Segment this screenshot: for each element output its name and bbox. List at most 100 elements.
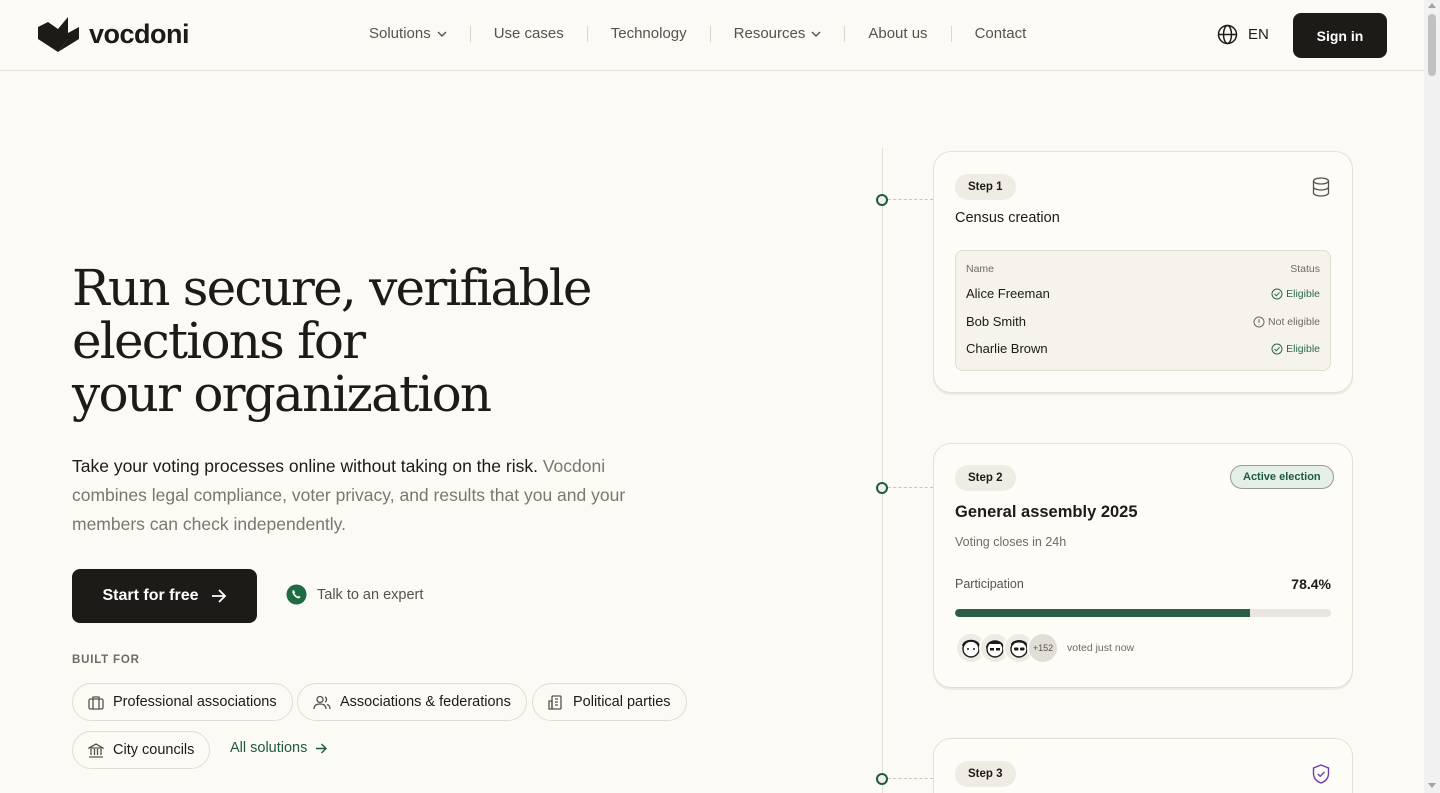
language-label: EN	[1248, 26, 1269, 43]
hero-headline: Run secure, verifiable elections for you…	[72, 262, 672, 421]
all-solutions-label: All solutions	[230, 740, 308, 756]
chip-city-councils[interactable]: City councils	[72, 731, 211, 769]
building-icon	[548, 694, 562, 710]
status-text: Eligible	[1286, 287, 1320, 300]
nav-label: Use cases	[493, 25, 564, 42]
timeline-dot	[876, 773, 888, 785]
chip-label: City councils	[113, 742, 195, 758]
expert-label: Talk to an expert	[317, 586, 424, 603]
chevron-down-icon	[437, 31, 447, 37]
chip-label: Political parties	[573, 694, 671, 710]
status-badge: Eligible	[1271, 288, 1320, 300]
nav-solutions[interactable]: Solutions	[369, 25, 447, 42]
vocdoni-logo-icon	[38, 17, 79, 52]
nav-divider	[950, 25, 952, 42]
nav-label: Contact	[974, 25, 1027, 42]
nav-divider	[844, 25, 846, 42]
scroll-down-arrow-icon[interactable]	[1428, 783, 1436, 788]
table-row: Bob Smith Not eligible	[966, 314, 1320, 329]
timeline-connector	[888, 487, 933, 488]
sign-in-button[interactable]: Sign in	[1293, 13, 1387, 58]
nav-divider	[709, 25, 711, 42]
whatsapp-icon	[286, 584, 307, 605]
timeline-dot	[876, 482, 888, 494]
nav-use-cases[interactable]: Use cases	[494, 25, 564, 42]
hero-lead: Take your voting processes online withou…	[72, 452, 672, 539]
language-selector[interactable]: EN	[1217, 24, 1269, 45]
nav-label: Resources	[733, 25, 806, 42]
census-table: Name Status Alice Freeman Eligible Bob S…	[955, 250, 1331, 371]
table-row: Charlie Brown Eligible	[966, 341, 1320, 356]
globe-icon	[1217, 24, 1238, 45]
chip-professional-associations[interactable]: Professional associations	[72, 683, 293, 721]
scroll-up-arrow-icon[interactable]	[1428, 3, 1436, 8]
nav-technology[interactable]: Technology	[611, 25, 687, 42]
nav-about-us[interactable]: About us	[868, 25, 927, 42]
headline-line: elections for	[72, 312, 366, 370]
start-for-free-button[interactable]: Start for free	[72, 569, 257, 623]
progress-fill	[955, 609, 1250, 617]
info-circle-icon	[1253, 316, 1265, 327]
chip-label: Associations & federations	[340, 694, 511, 710]
timeline-connector	[888, 778, 933, 779]
step3-card: Step 3	[933, 738, 1353, 793]
nav-divider	[586, 25, 588, 42]
timeline-dot	[876, 194, 888, 206]
extra-voters-count: +152	[1027, 632, 1059, 664]
voted-text: voted just now	[1067, 642, 1135, 654]
voter-name: Charlie Brown	[966, 341, 1048, 356]
logo-text: vocdoni	[89, 19, 190, 49]
headline-line: your organization	[72, 365, 492, 423]
voting-closes-text: Voting closes in 24h	[955, 535, 1067, 549]
nav-resources[interactable]: Resources	[734, 25, 822, 42]
step-pill: Step 1	[955, 174, 1016, 200]
chip-associations-federations[interactable]: Associations & federations	[297, 683, 527, 721]
button-label: Start for free	[102, 587, 199, 604]
participation-label: Participation	[955, 577, 1024, 591]
arrow-right-icon	[316, 743, 328, 753]
nav-divider	[469, 25, 471, 42]
voter-avatars: +152 voted just now	[955, 632, 1134, 664]
landmark-icon	[88, 742, 104, 758]
timeline-line	[882, 148, 883, 793]
step1-card: Step 1 Census creation Name Status Alice…	[933, 151, 1353, 393]
status-badge: Not eligible	[1253, 316, 1320, 328]
site-header: vocdoni Solutions Use cases Technology R…	[0, 0, 1424, 71]
all-solutions-link[interactable]: All solutions	[230, 740, 328, 756]
status-text: Not eligible	[1268, 315, 1320, 328]
chip-political-parties[interactable]: Political parties	[532, 683, 687, 721]
step-pill: Step 2	[955, 465, 1016, 491]
participation-progress-bar	[955, 609, 1331, 617]
voter-name: Bob Smith	[966, 314, 1026, 329]
table-row: Alice Freeman Eligible	[966, 286, 1320, 301]
check-circle-icon	[1271, 343, 1283, 354]
step-pill: Step 3	[955, 761, 1016, 787]
arrow-right-icon	[211, 589, 226, 603]
status-text: Eligible	[1286, 342, 1320, 355]
lead-strong: Take your voting processes online withou…	[72, 456, 538, 476]
nav-label: Solutions	[369, 25, 431, 42]
built-for-label: BUILT FOR	[72, 654, 140, 666]
timeline-connector	[888, 199, 933, 200]
active-election-badge: Active election	[1230, 465, 1334, 489]
column-status: Status	[1290, 263, 1320, 275]
nav-label: Technology	[610, 25, 687, 42]
chevron-down-icon	[811, 31, 821, 37]
logo[interactable]: vocdoni	[38, 17, 190, 52]
scroll-thumb[interactable]	[1428, 14, 1436, 76]
page-scrollbar[interactable]	[1424, 0, 1440, 793]
users-icon	[313, 695, 331, 709]
election-title: General assembly 2025	[955, 503, 1138, 521]
voter-name: Alice Freeman	[966, 286, 1050, 301]
census-title: Census creation	[955, 210, 1060, 226]
main-nav: Solutions Use cases Technology Resources…	[369, 25, 1026, 42]
nav-label: About us	[868, 25, 928, 42]
database-icon	[1312, 177, 1330, 197]
status-badge: Eligible	[1271, 343, 1320, 355]
nav-contact[interactable]: Contact	[975, 25, 1027, 42]
step2-card: Step 2 Active election General assembly …	[933, 443, 1353, 688]
talk-to-expert-link[interactable]: Talk to an expert	[286, 584, 423, 605]
shield-check-icon	[1312, 764, 1330, 784]
check-circle-icon	[1271, 288, 1283, 299]
column-name: Name	[966, 263, 995, 275]
